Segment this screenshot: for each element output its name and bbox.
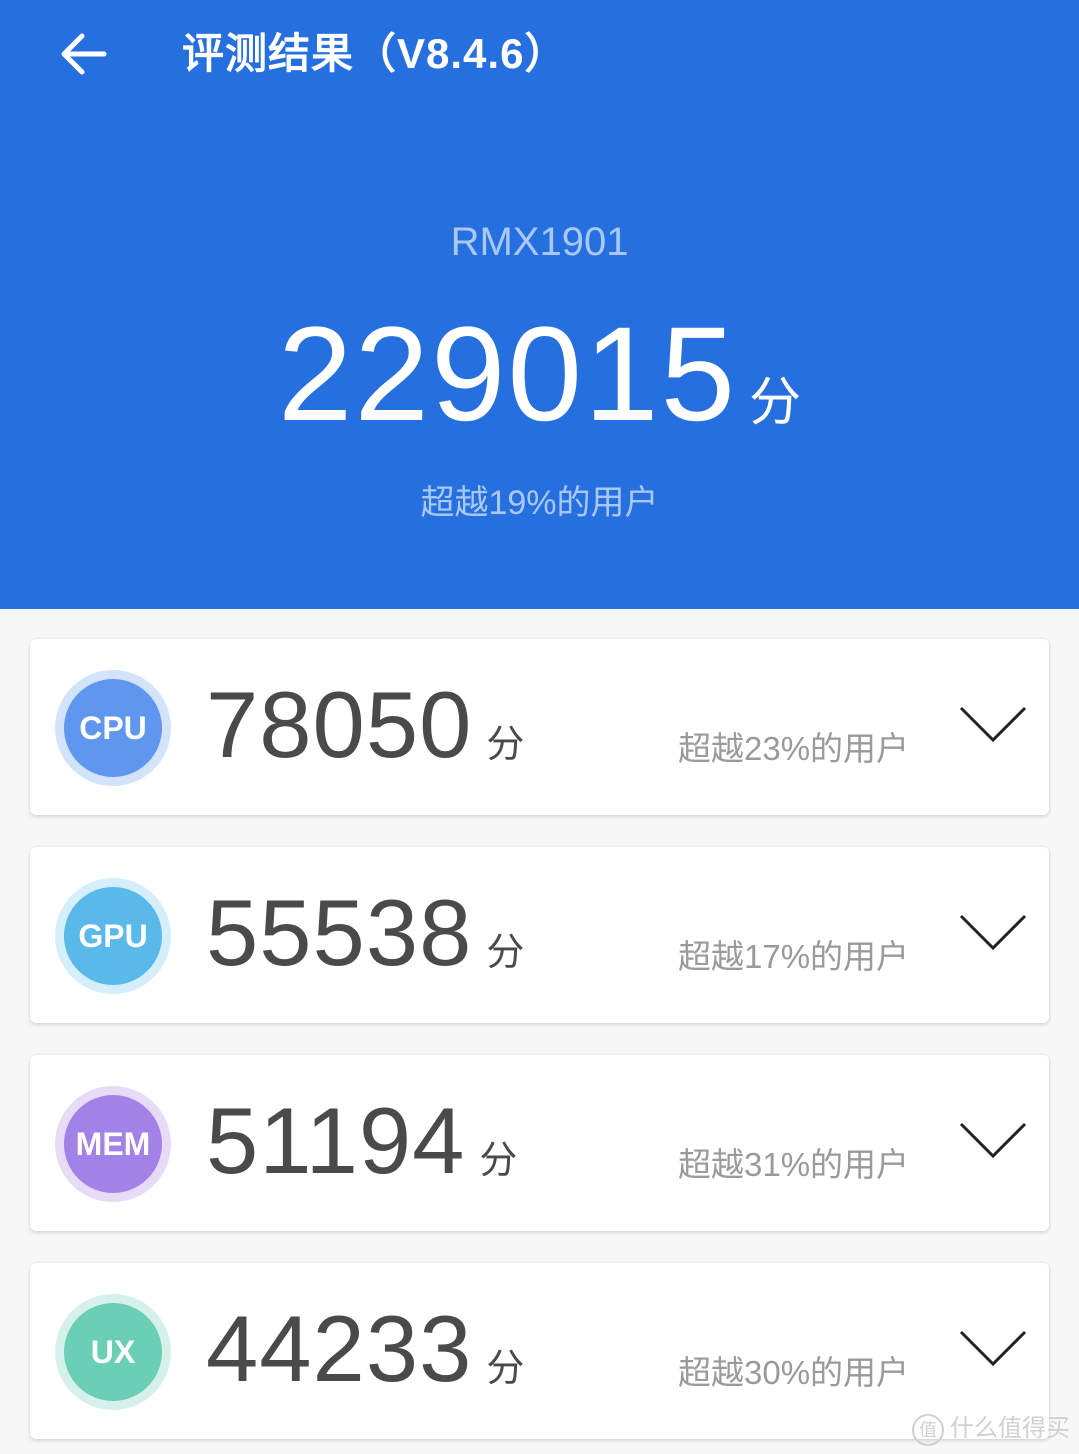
- category-score-value: 55538: [206, 880, 473, 985]
- category-badge: GPU: [55, 878, 171, 994]
- category-rank-text: 超越17%的用户: [678, 938, 910, 975]
- total-score-value: 229015: [277, 300, 738, 449]
- watermark-logo-icon: 值: [912, 1414, 944, 1446]
- category-score: 51194 分: [206, 1091, 517, 1219]
- category-badge: MEM: [55, 1086, 171, 1202]
- device-model: RMX1901: [450, 220, 629, 264]
- category-score-value: 44233: [206, 1296, 473, 1401]
- category-score-unit: 分: [486, 724, 525, 766]
- category-label: MEM: [64, 1095, 162, 1193]
- chevron-down-icon[interactable]: [958, 705, 1028, 745]
- category-rank-text: 超越31%的用户: [678, 1146, 910, 1183]
- category-score-unit: 分: [486, 932, 525, 974]
- category-score: 44233 分: [206, 1299, 524, 1427]
- score-header: 评测结果（V8.4.6） RMX1901 229015 分 超越19%的用户: [0, 0, 1079, 609]
- score-card-cpu[interactable]: CPU 78050 分 超越23%的用户: [30, 639, 1049, 815]
- category-badge: UX: [55, 1294, 171, 1410]
- total-score: 229015 分: [0, 300, 1079, 491]
- page-title: 评测结果（V8.4.6）: [182, 30, 568, 77]
- category-rank-text: 超越30%的用户: [678, 1354, 910, 1391]
- total-score-unit: 分: [749, 374, 802, 432]
- category-label: GPU: [64, 887, 162, 985]
- category-rank-text: 超越23%的用户: [678, 730, 910, 767]
- back-button[interactable]: [56, 28, 112, 80]
- category-score-value: 78050: [206, 672, 473, 777]
- category-badge: CPU: [55, 670, 171, 786]
- watermark: 值什么值得买: [912, 1414, 1070, 1446]
- category-score: 78050 分: [206, 675, 524, 803]
- chevron-down-icon[interactable]: [958, 1329, 1028, 1369]
- arrow-left-icon: [61, 33, 107, 75]
- score-card-mem[interactable]: MEM 51194 分 超越31%的用户: [30, 1055, 1049, 1231]
- chevron-down-icon[interactable]: [958, 1121, 1028, 1161]
- category-score: 55538 分: [206, 883, 524, 1011]
- category-label: CPU: [64, 679, 162, 777]
- score-card-gpu[interactable]: GPU 55538 分 超越17%的用户: [30, 847, 1049, 1023]
- chevron-down-icon[interactable]: [958, 913, 1028, 953]
- category-score-unit: 分: [486, 1348, 525, 1390]
- category-label: UX: [64, 1303, 162, 1401]
- score-card-ux[interactable]: UX 44233 分 超越30%的用户: [30, 1263, 1049, 1439]
- total-rank-text: 超越19%的用户: [420, 484, 659, 522]
- watermark-text: 什么值得买: [950, 1415, 1070, 1442]
- category-score-unit: 分: [479, 1140, 518, 1182]
- category-score-value: 51194: [206, 1088, 466, 1193]
